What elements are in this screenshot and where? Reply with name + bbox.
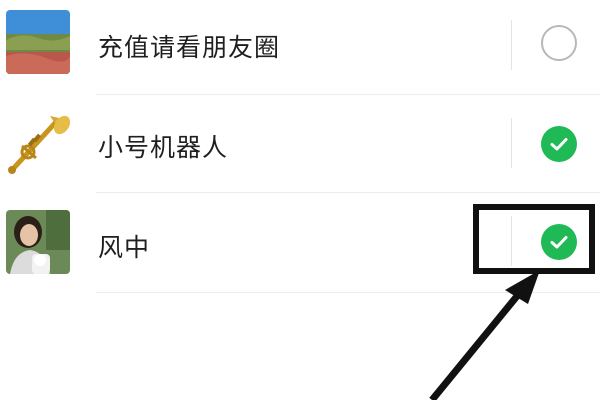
arrow-icon bbox=[429, 270, 540, 400]
